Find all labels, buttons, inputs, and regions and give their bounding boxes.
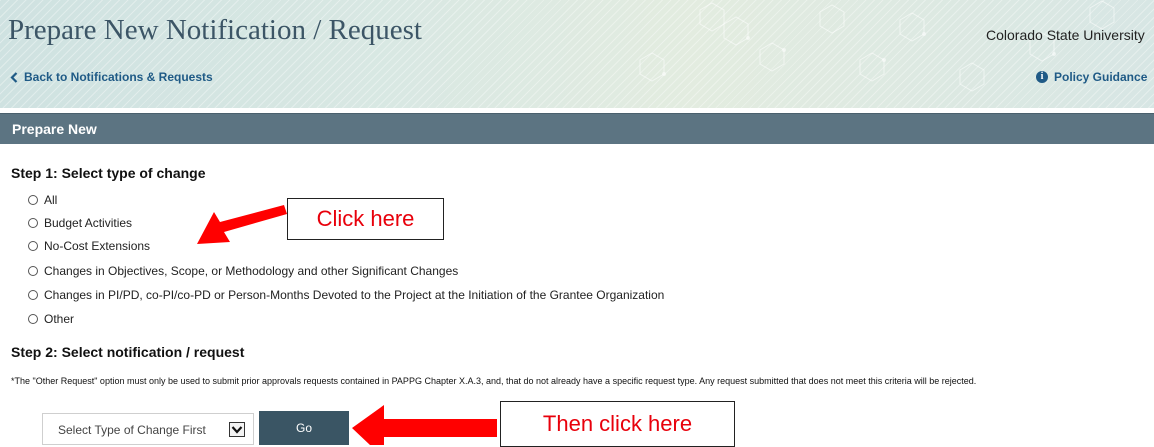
- callout-then-click-here: Then click here: [500, 401, 735, 447]
- info-icon: i: [1036, 71, 1048, 83]
- policy-guidance-link[interactable]: i Policy Guidance: [1036, 70, 1147, 84]
- radio-label: Changes in PI/PD, co-PI/co-PD or Person-…: [44, 288, 665, 302]
- section-title: Prepare New: [12, 121, 97, 137]
- radio-button[interactable]: [28, 195, 38, 205]
- radio-option-all[interactable]: All: [28, 191, 57, 209]
- red-arrow-2: [352, 405, 497, 445]
- radio-button[interactable]: [28, 290, 38, 300]
- step1-heading: Step 1: Select type of change: [11, 165, 206, 181]
- select-value: Select Type of Change First: [58, 423, 206, 437]
- page-header: Prepare New Notification / Request Color…: [0, 0, 1154, 108]
- back-link-label: Back to Notifications & Requests: [24, 70, 213, 84]
- radio-label: Changes in Objectives, Scope, or Methodo…: [44, 264, 459, 278]
- callout-click-here: Click here: [287, 198, 444, 240]
- chevron-down-icon[interactable]: [229, 422, 245, 437]
- radio-option-changes-in-pi[interactable]: Changes in PI/PD, co-PI/co-PD or Person-…: [28, 286, 664, 304]
- radio-option-other[interactable]: Other: [28, 310, 74, 328]
- go-button[interactable]: Go: [259, 411, 349, 445]
- radio-option-budget-activities[interactable]: Budget Activities: [28, 214, 132, 232]
- radio-label: Other: [44, 312, 75, 326]
- back-to-notifications-link[interactable]: Back to Notifications & Requests: [10, 70, 213, 84]
- notification-type-select[interactable]: Select Type of Change First: [42, 413, 254, 445]
- step2-heading: Step 2: Select notification / request: [11, 344, 245, 360]
- other-request-note: *The "Other Request" option must only be…: [11, 376, 977, 386]
- radio-button[interactable]: [28, 266, 38, 276]
- radio-option-changes-in-objectives[interactable]: Changes in Objectives, Scope, or Methodo…: [28, 262, 458, 280]
- radio-option-no-cost-extensions[interactable]: No-Cost Extensions: [28, 237, 150, 255]
- organization-name: Colorado State University: [986, 27, 1145, 43]
- chevron-left-icon: [10, 71, 18, 83]
- radio-button[interactable]: [28, 241, 38, 251]
- radio-button[interactable]: [28, 218, 38, 228]
- radio-button[interactable]: [28, 314, 38, 324]
- radio-label: No-Cost Extensions: [44, 239, 151, 253]
- radio-label: All: [44, 193, 58, 207]
- policy-link-label: Policy Guidance: [1054, 70, 1148, 84]
- radio-label: Budget Activities: [44, 216, 133, 230]
- red-arrow-1: [197, 205, 287, 244]
- section-header-bar: Prepare New: [0, 113, 1154, 144]
- page-title: Prepare New Notification / Request: [8, 14, 422, 46]
